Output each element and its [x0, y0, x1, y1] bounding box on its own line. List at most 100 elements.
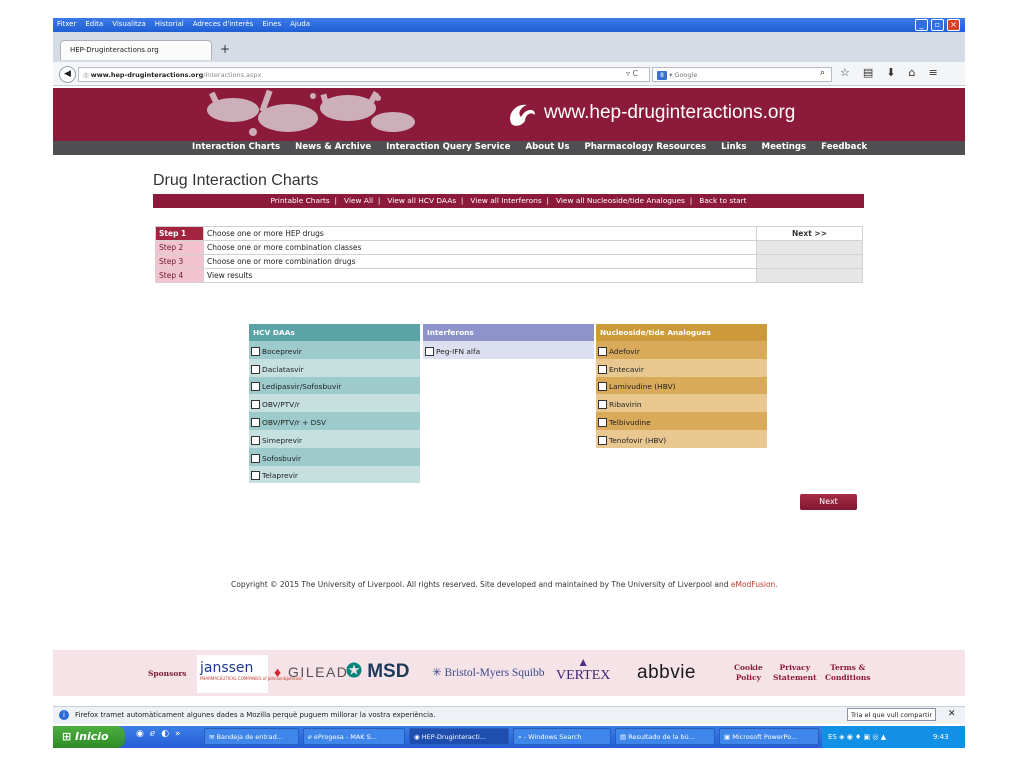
checkbox[interactable] — [251, 346, 260, 356]
gilead-logo[interactable]: ♦ GILEAD — [274, 664, 348, 680]
media-icon[interactable]: ◐ — [161, 729, 169, 739]
next-button[interactable]: Next — [800, 494, 857, 510]
menu-help[interactable]: Ajuda — [290, 20, 310, 28]
drug-option[interactable]: Ledipasvir/Sofosbuvir — [249, 376, 420, 395]
link-view-hcv[interactable]: View all HCV DAAs — [387, 196, 456, 205]
checkbox[interactable] — [251, 382, 260, 392]
checkbox[interactable] — [251, 364, 260, 374]
nav-meetings[interactable]: Meetings — [762, 142, 807, 152]
nav-about-us[interactable]: About Us — [525, 142, 569, 152]
tray-icons[interactable]: ◈ ◉ ♦ ▣ ◎ ▲ — [839, 733, 886, 741]
task-firefox[interactable]: ◉ HEP-Druginteracti... — [409, 728, 509, 745]
task-windows-search[interactable]: ⌕ - Windows Search — [513, 728, 611, 745]
emodfusion-link[interactable]: eModFusion. — [731, 580, 778, 589]
bms-logo[interactable]: ✳ Bristol-Myers Squibb — [432, 665, 545, 679]
reading-list-icon[interactable]: ▤ — [863, 66, 873, 79]
checkbox[interactable] — [251, 471, 260, 481]
checkbox[interactable] — [598, 435, 607, 445]
step-row: Step 1 Choose one or more HEP drugs Next… — [155, 226, 863, 241]
next-link[interactable]: Next >> — [756, 226, 863, 241]
main-nav: Interaction Charts News & Archive Intera… — [192, 142, 882, 152]
reload-icon[interactable]: ▿ C — [626, 69, 638, 78]
drug-option[interactable]: Peg-IFN alfa — [423, 341, 594, 359]
task-eprogesa[interactable]: ℯ eProgesa - MAK S... — [303, 728, 405, 745]
new-tab-button[interactable]: + — [220, 42, 230, 56]
bookmark-star-icon[interactable]: ☆ — [840, 66, 850, 79]
link-view-nucleoside[interactable]: View all Nucleoside/tide Analogues — [556, 196, 685, 205]
nav-links[interactable]: Links — [721, 142, 746, 152]
drug-option[interactable]: Ribavirin — [596, 394, 767, 413]
privacy-statement-link[interactable]: Privacy Statement — [773, 663, 817, 683]
search-icon[interactable]: ⌕ — [820, 68, 825, 78]
cookie-policy-link[interactable]: Cookie Policy — [734, 663, 763, 683]
link-back-to-start[interactable]: Back to start — [699, 196, 746, 205]
maximize-button[interactable]: ▫ — [931, 19, 944, 31]
browser-tab[interactable]: HEP-Druginteractions.org — [60, 40, 212, 60]
drug-option[interactable]: Boceprevir — [249, 341, 420, 359]
drug-option[interactable]: Tenofovir (HBV) — [596, 429, 767, 448]
back-button[interactable]: ◀ — [59, 66, 76, 83]
checkbox[interactable] — [425, 346, 434, 356]
drug-option[interactable]: OBV/PTV/r + DSV — [249, 412, 420, 430]
start-button[interactable]: ⊞ Inicio — [53, 726, 125, 748]
menu-bar: Fitxer Edita Visualitza Historial Adrece… — [57, 20, 310, 28]
vertex-logo[interactable]: ▲ VERTEX — [556, 656, 610, 684]
janssen-logo[interactable]: janssen PHARMACEUTICAL COMPANIES of Johns… — [197, 655, 303, 693]
menu-tools[interactable]: Eines — [262, 20, 281, 28]
link-printable-charts[interactable]: Printable Charts — [270, 196, 329, 205]
abbvie-logo[interactable]: abbvie — [637, 662, 696, 684]
drug-option[interactable]: Simeprevir — [249, 429, 420, 448]
choose-share-button[interactable]: Tria el que vull compartir — [847, 708, 937, 721]
drug-option[interactable]: Lamivudine (HBV) — [596, 376, 767, 395]
drug-option[interactable]: Entecavir — [596, 358, 767, 377]
menu-file[interactable]: Fitxer — [57, 20, 76, 28]
terms-conditions-link[interactable]: Terms & Conditions — [825, 663, 871, 683]
nav-query-service[interactable]: Interaction Query Service — [386, 142, 510, 152]
checkbox[interactable] — [251, 400, 260, 410]
task-result[interactable]: ▤ Resultado de la bú... — [615, 728, 715, 745]
checkbox[interactable] — [598, 418, 607, 428]
task-outlook[interactable]: ✉ Bandeja de entrad... — [204, 728, 299, 745]
drug-option[interactable]: Telaprevir — [249, 465, 420, 484]
checkbox[interactable] — [598, 346, 607, 356]
step-text: View results — [203, 268, 757, 283]
url-bar[interactable]: ◎ www.hep-druginteractions.org/interacti… — [78, 67, 650, 82]
hamburger-menu-icon[interactable]: ≡ — [928, 66, 937, 79]
drug-option[interactable]: Sofosbuvir — [249, 447, 420, 466]
close-window-button[interactable]: × — [947, 19, 960, 31]
task-powerpoint[interactable]: ▣ Microsoft PowerPo... — [719, 728, 819, 745]
checkbox[interactable] — [598, 382, 607, 392]
nav-news-archive[interactable]: News & Archive — [295, 142, 371, 152]
overflow-chevron-icon[interactable]: » — [175, 729, 181, 739]
drug-option[interactable]: Daclatasvir — [249, 358, 420, 377]
close-icon[interactable]: ✕ — [948, 709, 956, 719]
checkbox[interactable] — [251, 418, 260, 428]
nav-interaction-charts[interactable]: Interaction Charts — [192, 142, 280, 152]
drug-option[interactable]: OBV/PTV/r — [249, 394, 420, 413]
download-icon[interactable]: ⬇ — [886, 66, 895, 79]
drug-option[interactable]: Telbivudine — [596, 412, 767, 430]
step-label: Step 3 — [155, 254, 204, 269]
menu-bookmarks[interactable]: Adreces d'interès — [193, 20, 254, 28]
language-indicator[interactable]: ES — [828, 733, 837, 741]
search-input[interactable]: 8 ▾ Google — [652, 67, 832, 82]
firefox-icon[interactable]: ◉ — [136, 729, 144, 739]
checkbox[interactable] — [251, 435, 260, 445]
site-url-title[interactable]: www.hep-druginteractions.org — [544, 102, 795, 124]
msd-logo[interactable]: ✪ MSD — [346, 660, 409, 683]
ie-icon[interactable]: ℯ — [150, 729, 155, 739]
janssen-wordmark: janssen — [200, 660, 254, 676]
link-view-all[interactable]: View All — [344, 196, 373, 205]
minimize-button[interactable]: _ — [915, 19, 928, 31]
home-icon[interactable]: ⌂ — [909, 66, 916, 79]
drug-option[interactable]: Adefovir — [596, 341, 767, 359]
link-view-interferons[interactable]: View all Interferons — [470, 196, 541, 205]
checkbox[interactable] — [598, 400, 607, 410]
nav-pharmacology[interactable]: Pharmacology Resources — [584, 142, 706, 152]
checkbox[interactable] — [598, 364, 607, 374]
menu-view[interactable]: Visualitza — [112, 20, 146, 28]
checkbox[interactable] — [251, 453, 260, 463]
menu-history[interactable]: Historial — [155, 20, 184, 28]
nav-feedback[interactable]: Feedback — [821, 142, 867, 152]
menu-edit[interactable]: Edita — [85, 20, 103, 28]
